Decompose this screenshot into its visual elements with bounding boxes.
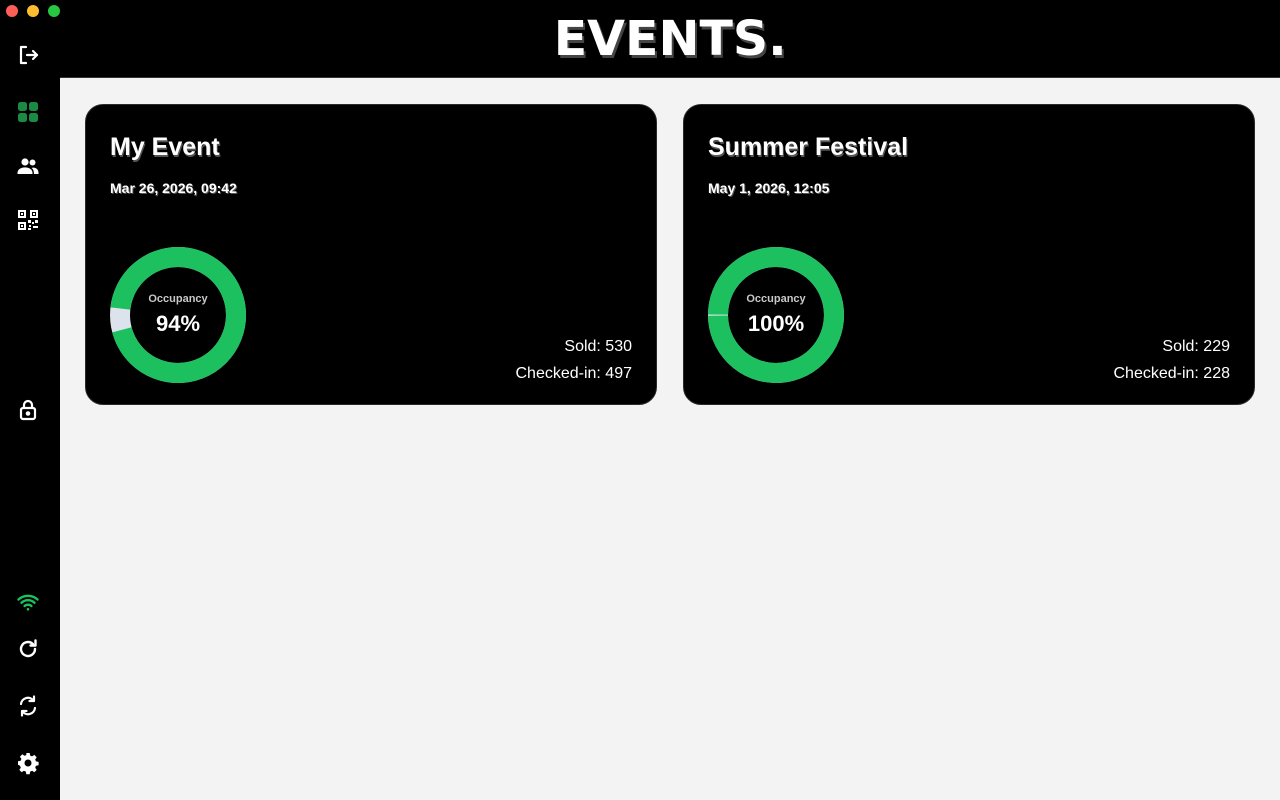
sync-icon[interactable] xyxy=(16,694,40,718)
event-card[interactable]: My Event Mar 26, 2026, 09:42 Occupancy 9… xyxy=(85,104,657,405)
app-header: EVENTS. xyxy=(60,0,1280,78)
events-list: My Event Mar 26, 2026, 09:42 Occupancy 9… xyxy=(60,78,1280,800)
wifi-icon xyxy=(16,590,40,614)
event-date: May 1, 2026, 12:05 xyxy=(708,180,830,196)
settings-icon[interactable] xyxy=(16,751,40,775)
lock-icon[interactable] xyxy=(16,398,40,422)
event-stats: Sold: 229 Checked-in: 228 xyxy=(1113,333,1230,387)
dashboard-icon[interactable] xyxy=(16,100,40,124)
page-title: EVENTS. xyxy=(553,10,787,67)
logout-icon[interactable] xyxy=(16,43,40,67)
sold-count: Sold: 530 xyxy=(564,338,632,355)
sold-count: Sold: 229 xyxy=(1162,338,1230,355)
event-title: Summer Festival xyxy=(708,133,909,161)
refresh-icon[interactable] xyxy=(16,637,40,661)
occupancy-value: 100% xyxy=(747,311,805,336)
sidebar xyxy=(0,0,60,800)
event-stats: Sold: 530 Checked-in: 497 xyxy=(515,333,632,387)
app-window: EVENTS. My Event Mar 26, 2026, 09:42 Occ… xyxy=(0,0,1280,800)
occupancy-chart: Occupancy 100% xyxy=(706,245,846,385)
event-card[interactable]: Summer Festival May 1, 2026, 12:05 Occup… xyxy=(683,104,1255,405)
maximize-window-button[interactable] xyxy=(48,5,60,17)
occupancy-label: Occupancy xyxy=(746,293,806,305)
checked-in-count: Checked-in: 497 xyxy=(515,365,632,382)
window-controls xyxy=(6,5,60,17)
occupancy-label: Occupancy xyxy=(148,293,208,305)
minimize-window-button[interactable] xyxy=(27,5,39,17)
close-window-button[interactable] xyxy=(6,5,18,17)
event-title: My Event xyxy=(110,133,220,161)
occupancy-chart: Occupancy 94% xyxy=(108,245,248,385)
checked-in-count: Checked-in: 228 xyxy=(1113,365,1230,382)
event-date: Mar 26, 2026, 09:42 xyxy=(110,180,237,196)
users-icon[interactable] xyxy=(16,154,40,178)
occupancy-value: 94% xyxy=(155,311,201,336)
qr-code-icon[interactable] xyxy=(16,208,40,232)
